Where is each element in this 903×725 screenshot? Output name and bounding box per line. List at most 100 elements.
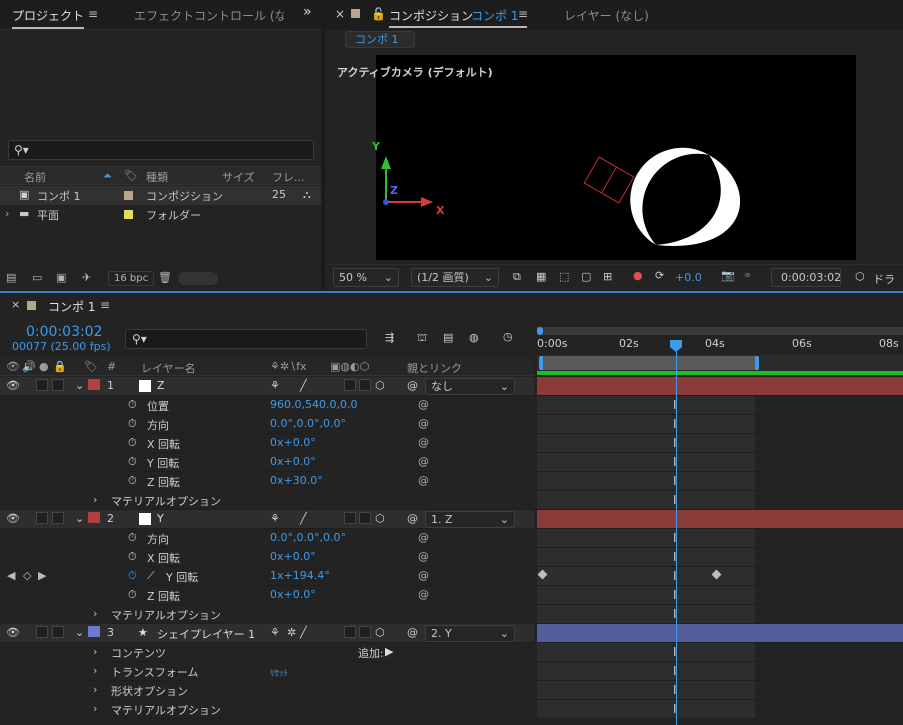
composition-viewer[interactable]: Y Z X <box>372 55 856 260</box>
stopwatch-icon[interactable]: ⏱ <box>128 531 137 545</box>
timeline-search-input[interactable]: ⚲▾ <box>125 329 367 349</box>
pick-whip-icon[interactable]: @ <box>418 569 429 582</box>
stopwatch-icon[interactable]: ⏱ <box>128 550 137 564</box>
property-track[interactable]: I <box>537 643 903 662</box>
property-group-row[interactable]: › 形状オプション <box>0 681 534 700</box>
layer-duration-bar[interactable] <box>537 624 903 643</box>
column-name[interactable]: 名前 <box>24 169 46 185</box>
property-value[interactable]: 1x+194.4° <box>270 569 330 582</box>
property-group-row[interactable]: › トランスフォーム ﾘｾｯﾄ <box>0 662 534 681</box>
comp-navigator-tab[interactable]: コンポ 1 <box>345 31 415 48</box>
solo-switch-icon[interactable]: ● <box>39 360 49 373</box>
draft-3d-label[interactable]: ドラ <box>873 271 895 287</box>
tab-timeline-comp[interactable]: コンポ 1 <box>48 298 95 315</box>
property-track[interactable]: I <box>537 662 903 681</box>
column-layer-name[interactable]: レイヤー名 <box>141 360 196 376</box>
layer-name[interactable]: Z <box>157 379 165 392</box>
stopwatch-icon[interactable]: ⏱ <box>128 455 137 469</box>
property-value[interactable]: 0x+0.0° <box>270 588 316 601</box>
property-group-row[interactable]: › マテリアルオプション <box>0 491 534 510</box>
bpc-button[interactable]: 16 bpc <box>108 271 155 286</box>
channel-icon[interactable]: ● <box>633 269 643 282</box>
property-track[interactable]: I <box>537 434 903 453</box>
property-value[interactable]: 960.0,540.0,0.0 <box>270 398 357 411</box>
trash-icon[interactable]: 🗑 <box>158 271 172 284</box>
shy-switch-icon[interactable]: ⚘ <box>270 626 280 639</box>
close-icon[interactable]: × <box>11 298 20 311</box>
region-of-interest-icon[interactable]: ▢ <box>581 270 591 283</box>
property-value[interactable]: 0x+0.0° <box>270 550 316 563</box>
shy-switch-icon[interactable]: ⚘ <box>270 379 280 392</box>
property-track[interactable]: I <box>537 396 903 415</box>
expand-arrow-icon[interactable]: › <box>93 493 97 506</box>
sort-ascending-icon[interactable]: ⏶ <box>103 169 112 183</box>
frame-blending-icon[interactable]: ◍ <box>469 331 479 344</box>
work-area-bar[interactable] <box>539 356 759 370</box>
tab-effect-controls[interactable]: エフェクトコントロール (なし <box>134 7 284 24</box>
project-panel-menu-icon[interactable]: ≡ <box>88 7 98 21</box>
mask-visibility-icon[interactable]: ⬚ <box>559 270 569 283</box>
interpret-footage-icon[interactable]: ▤ <box>6 271 16 284</box>
solo-box[interactable] <box>36 379 48 391</box>
motion-blur-box[interactable] <box>344 379 356 391</box>
quality-switch-icon[interactable]: ╱ <box>300 626 307 639</box>
comp-mini-flowchart-icon[interactable]: ⇶ <box>385 331 394 344</box>
property-value[interactable]: 0.0°,0.0°,0.0° <box>270 417 346 430</box>
color-management-icon[interactable]: ⟳ <box>655 269 664 282</box>
collapse-arrow-icon[interactable]: ⌄ <box>75 512 84 525</box>
property-track[interactable]: I <box>537 415 903 434</box>
solo-box[interactable] <box>36 512 48 524</box>
tab-project[interactable]: プロジェクト <box>12 7 85 29</box>
pick-whip-icon[interactable]: @ <box>418 417 429 430</box>
exposure-value[interactable]: +0.0 <box>675 271 702 284</box>
new-composition-icon[interactable]: ▣ <box>56 271 66 284</box>
property-track[interactable]: I <box>537 472 903 491</box>
shy-layers-icon[interactable]: ▤ <box>443 331 453 344</box>
fast-preview-icon[interactable]: ⧉ <box>513 270 521 284</box>
comp-panel-menu-icon[interactable]: ≡ <box>518 7 528 21</box>
label-swatch[interactable] <box>124 191 133 200</box>
stopwatch-icon[interactable]: ⏱ <box>128 569 137 583</box>
collapse-arrow-icon[interactable]: ⌄ <box>75 379 84 392</box>
keyframe-icon[interactable] <box>711 569 722 580</box>
column-parent[interactable]: 親とリンク <box>407 360 462 376</box>
quality-switch-icon[interactable]: ╱ <box>300 512 307 525</box>
property-value[interactable]: 0x+30.0° <box>270 474 323 487</box>
project-item-folder[interactable]: › ▬ 平面 フォルダー <box>0 205 321 224</box>
timeline-layer-row[interactable]: 👁 ⌄ 2 Y ⚘ ╱ ⬡ @1. Z ⌄ <box>0 510 534 529</box>
property-row[interactable]: ⏱ X 回転 0x+0.0° @ <box>0 548 534 567</box>
adjustment-box[interactable] <box>359 512 371 524</box>
reset-link[interactable]: ﾘｾｯﾄ <box>270 666 288 679</box>
expand-arrow-icon[interactable]: › <box>93 683 97 696</box>
graph-editor-icon[interactable]: ◷ <box>503 330 513 343</box>
property-group-row[interactable]: › マテリアルオプション <box>0 700 534 719</box>
property-track[interactable]: I <box>537 605 903 624</box>
motion-blur-box[interactable] <box>344 626 356 638</box>
layer-label-color[interactable] <box>88 512 100 523</box>
column-switch-icons[interactable]: ▣◍◐⬡ <box>330 360 369 373</box>
stopwatch-icon[interactable]: ⏱ <box>128 436 137 450</box>
project-item-comp[interactable]: ▣ コンポ 1 コンポジション 25 ⛬ <box>0 186 321 205</box>
tab-composition-name[interactable]: コンポ 1 <box>471 7 518 24</box>
motion-blur-box[interactable] <box>344 512 356 524</box>
parent-dropdown[interactable]: 1. Z ⌄ <box>425 511 515 528</box>
pick-whip-icon[interactable]: @ <box>418 588 429 601</box>
property-row[interactable]: ⏱ X 回転 0x+0.0° @ <box>0 434 534 453</box>
property-row[interactable]: ⏱ Z 回転 0x+30.0° @ <box>0 472 534 491</box>
next-keyframe-icon[interactable]: ▶ <box>38 569 46 582</box>
lock-box[interactable] <box>52 512 64 524</box>
pick-whip-icon[interactable]: @ <box>418 398 429 411</box>
viewer-timecode[interactable]: 0:00:03:02 <box>771 268 841 287</box>
eye-icon[interactable]: 👁 <box>6 512 20 525</box>
column-type[interactable]: 種類 <box>146 169 168 185</box>
tab-layer[interactable]: レイヤー (なし) <box>564 7 649 24</box>
layer-label-color[interactable] <box>88 379 100 390</box>
property-track[interactable]: I <box>537 586 903 605</box>
property-track[interactable]: I <box>537 567 903 586</box>
stopwatch-icon[interactable]: ⏱ <box>128 417 137 431</box>
playhead-line[interactable] <box>676 341 677 725</box>
property-row[interactable]: ⏱ 位置 960.0,540.0,0.0 @ <box>0 396 534 415</box>
timeline-layer-row[interactable]: 👁 ⌄ 3 ★ シェイプレイヤー 1 ⚘ ✲ ╱ ⬡ @2. Y ⌄ <box>0 624 534 643</box>
expand-arrow-icon[interactable]: › <box>93 664 97 677</box>
layer-name[interactable]: シェイプレイヤー 1 <box>157 626 255 642</box>
